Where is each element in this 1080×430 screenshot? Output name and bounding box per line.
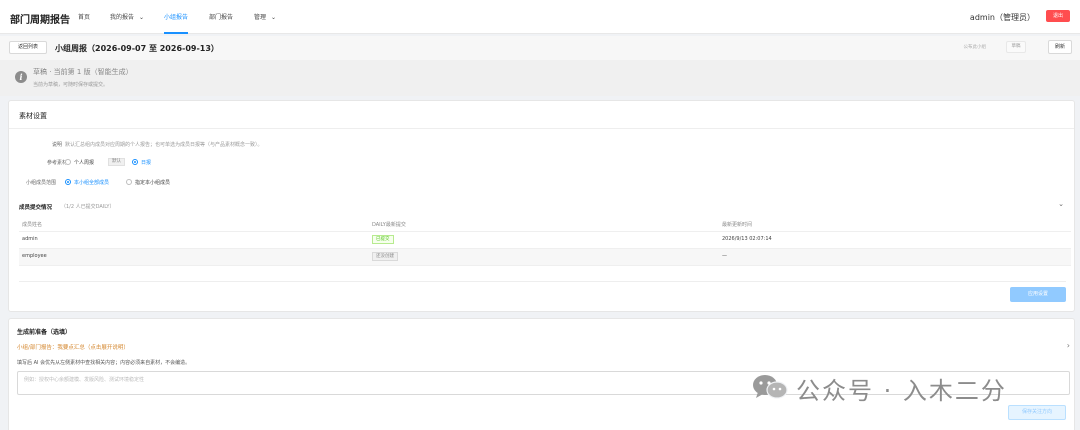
top-navbar: 部门周期报告 首页 我的报告 ⌄ 小组报告 部门报告 管理 ⌄ admin（管理员）…: [0, 0, 1080, 34]
radio-personal-weekly-label[interactable]: 个人周报: [74, 159, 94, 166]
nav-my-reports[interactable]: 我的报告 ⌄: [110, 12, 144, 34]
submission-title: 成员提交情况: [19, 205, 53, 211]
radio-all-members-label[interactable]: 本小组全部成员: [74, 179, 109, 186]
radio-all-members[interactable]: [65, 179, 71, 185]
material-settings-title: 素材设置: [19, 112, 47, 120]
radio-personal-weekly[interactable]: [65, 159, 71, 165]
submission-table: 成员姓名 DAILY最新提交 最新更新时间 admin 已提交 2026/9/1…: [19, 218, 1071, 266]
page-title: 小组周报（2026-09-07 至 2026-09-13）: [55, 44, 219, 53]
scope-label: 小组成员范围: [26, 180, 57, 186]
nav-dept-reports[interactable]: 部门报告: [209, 12, 233, 34]
desc-label: 说明: [51, 142, 62, 148]
watermark-text: 公众号 · 入木二分: [796, 377, 1007, 405]
status-title: 草稿 · 当前第 1 版（智能生成）: [33, 68, 133, 76]
nav-admin-label: 管理: [254, 14, 267, 21]
prep-expand-link[interactable]: 小组/部门报告：我要点汇总（点击展开说明）: [17, 343, 129, 351]
default-tag: 默认: [108, 158, 125, 166]
user-name[interactable]: admin（管理员）: [970, 12, 1035, 23]
chevron-down-icon[interactable]: ⌄: [1058, 200, 1064, 208]
chevron-down-icon: ⌄: [271, 14, 277, 21]
member-name: admin: [22, 236, 38, 242]
desc-text: 默认汇总组内成员对应周期的个人报告；也可单选为成员日报等（与产品素材概念一致）。: [65, 142, 263, 148]
column-header: 最新更新时间: [722, 222, 753, 228]
radio-specified-members-label[interactable]: 指定本小组成员: [135, 179, 170, 186]
refresh-button[interactable]: 刷新: [1048, 40, 1072, 54]
table-row: employee 还没创建 —: [19, 249, 1071, 266]
back-to-list-button[interactable]: 返回列表: [9, 41, 47, 54]
column-header: 成员姓名: [22, 222, 43, 228]
draft-button[interactable]: 草稿: [1006, 41, 1026, 53]
nav-home[interactable]: 首页: [78, 12, 90, 34]
submission-count: （1/2 人已提交DAILY）: [61, 204, 115, 210]
prep-title: 生成前准备（选填）: [17, 329, 72, 336]
updated-time: 2026/9/13 02:07:14: [722, 236, 772, 242]
apply-settings-button[interactable]: 应用设置: [1010, 287, 1066, 302]
logout-button[interactable]: 退出: [1046, 10, 1070, 22]
nav-home-label: 首页: [78, 14, 91, 21]
material-settings-card: 素材设置 说明 默认汇总组内成员对应周期的个人报告；也可单选为成员日报等（与产品…: [8, 100, 1075, 312]
radio-specified-members[interactable]: [126, 179, 132, 185]
radio-daily[interactable]: [132, 159, 138, 165]
chevron-right-icon[interactable]: ›: [1067, 341, 1070, 350]
divider: [19, 281, 1066, 282]
app-title: 部门周期报告: [10, 15, 70, 26]
chevron-down-icon: ⌄: [139, 14, 145, 21]
status-banner: i 草稿 · 当前第 1 版（智能生成） 当前为草稿，可随时保存或提交。: [0, 60, 1080, 96]
info-icon: i: [15, 71, 27, 83]
column-header: DAILY最新提交: [372, 222, 406, 228]
nav-team-reports-label: 小组报告: [164, 14, 189, 21]
nav-dept-reports-label: 部门报告: [209, 14, 234, 21]
table-header-row: 成员姓名 DAILY最新提交 最新更新时间: [19, 218, 1071, 232]
table-row: admin 已提交 2026/9/13 02:07:14: [19, 232, 1071, 249]
card-header: 素材设置: [9, 101, 1074, 129]
nav-my-reports-label: 我的报告: [110, 14, 135, 21]
nav-team-reports[interactable]: 小组报告: [164, 12, 189, 34]
prep-hint: 填写后 AI 会优先从左侧素材中查找相关内容；内容必须来自素材，不会编造。: [17, 360, 191, 366]
member-name: employee: [22, 253, 47, 259]
status-badge: 还没创建: [372, 252, 398, 261]
page-header: 返回列表 小组周报（2026-09-07 至 2026-09-13） 公布此小组…: [0, 36, 1080, 60]
updated-time: —: [722, 253, 727, 259]
nav-admin[interactable]: 管理 ⌄: [254, 12, 276, 34]
wechat-icon: [753, 375, 788, 399]
save-focus-button[interactable]: 保存关注方向: [1008, 405, 1066, 420]
ref-material-label: 参考素材: [47, 160, 68, 166]
publish-button[interactable]: 公布此小组: [964, 44, 987, 50]
status-subtitle: 当前为草稿，可随时保存或提交。: [33, 82, 109, 88]
radio-daily-label[interactable]: 日报: [141, 159, 151, 166]
status-badge: 已提交: [372, 235, 394, 244]
